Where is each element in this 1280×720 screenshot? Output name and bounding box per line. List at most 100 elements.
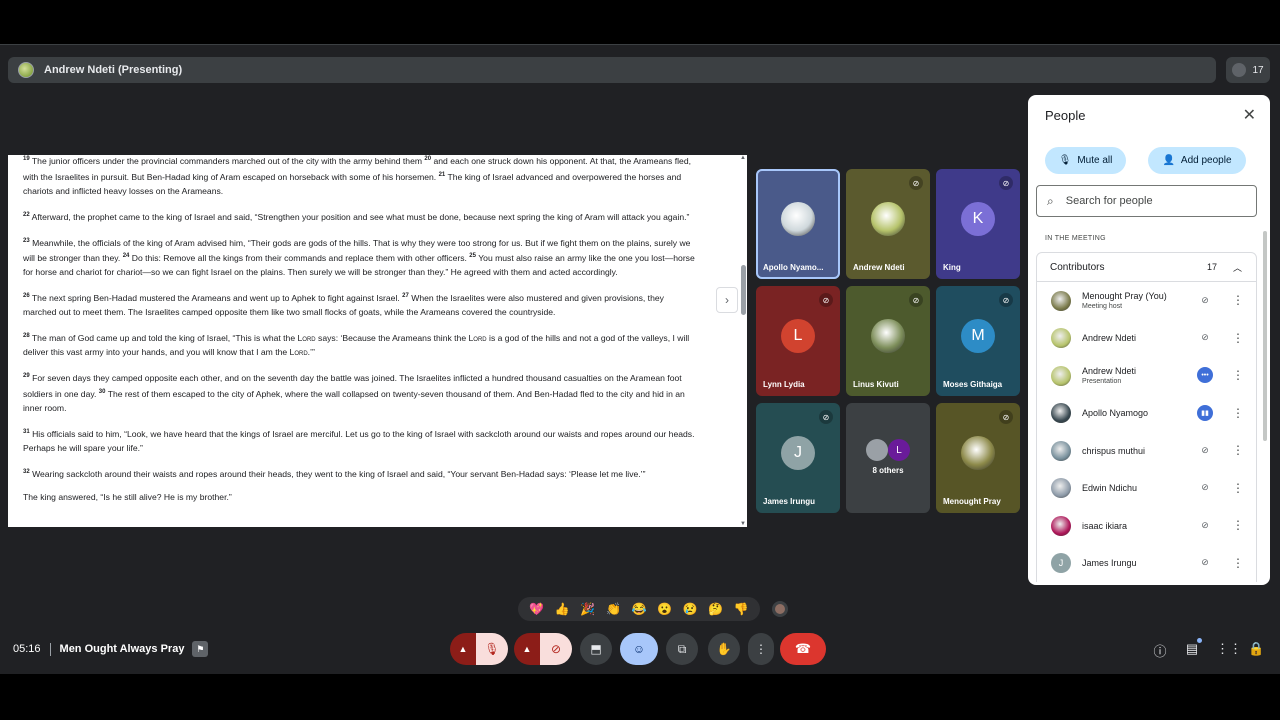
participant-row[interactable]: chrispus muthui ⊘ ⋮ xyxy=(1037,432,1256,469)
participant-tile[interactable]: L 8 others xyxy=(846,403,930,513)
host-lock-icon[interactable]: 🔒 xyxy=(1248,641,1264,660)
participant-row[interactable]: J James Irungu ⊘ ⋮ xyxy=(1037,545,1256,582)
document-paragraph: 28 The man of God came up and told the k… xyxy=(23,333,690,358)
next-slide-button[interactable]: › xyxy=(716,287,738,313)
presenting-bar[interactable]: Andrew Ndeti (Presenting) xyxy=(8,57,1216,83)
participant-tile[interactable]: L Lynn Lydia ⊘ xyxy=(756,286,840,396)
participant-avatar xyxy=(1051,515,1071,536)
participant-tile[interactable]: Andrew Ndeti ⊘ xyxy=(846,169,930,279)
document-paragraph: 22 Afterward, the prophet came to the ki… xyxy=(23,211,690,222)
participant-row[interactable]: Andrew Ndeti ⊘ ⋮ xyxy=(1037,320,1256,357)
participant-tile[interactable]: Linus Kivuti ⊘ xyxy=(846,286,930,396)
mic-off-icon[interactable]: ⊘ xyxy=(1197,330,1213,346)
add-people-button[interactable]: 👤 Add people xyxy=(1148,147,1246,174)
reaction-emoji[interactable]: 😂 xyxy=(631,602,646,616)
participant-photo xyxy=(961,435,995,470)
chat-icon[interactable]: ▤ xyxy=(1184,638,1202,660)
camera-button[interactable]: ⊘ xyxy=(540,633,572,665)
mic-off-icon[interactable]: ⊘ xyxy=(1197,442,1213,458)
participant-tile[interactable]: Menought Pray ⊘ xyxy=(936,403,1020,513)
reaction-emoji[interactable]: 🎉 xyxy=(580,602,595,616)
document-text: 19 The junior officers under the provinc… xyxy=(8,155,747,504)
mic-off-icon[interactable]: ⊘ xyxy=(1197,480,1213,496)
meeting-time: 05:16 xyxy=(13,643,41,655)
participant-avatar xyxy=(1051,403,1071,423)
participant-text: Menought Pray (You) Meeting host xyxy=(1082,291,1167,310)
reaction-emoji[interactable]: 👏 xyxy=(606,602,621,616)
more-vert-icon[interactable]: ⋮ xyxy=(1231,330,1245,346)
reactions-button[interactable]: ☺ xyxy=(620,633,658,665)
mute-all-label: Mute all xyxy=(1077,155,1113,166)
participant-tile[interactable]: J James Irungu ⊘ xyxy=(756,403,840,513)
document-scrollbar[interactable] xyxy=(739,155,747,527)
participant-count-chip[interactable]: 17 xyxy=(1226,57,1270,83)
more-vert-icon[interactable]: ⋮ xyxy=(1231,555,1245,571)
host-controls-icon[interactable]: ⚑ xyxy=(192,641,209,657)
participant-name: isaac ikiara xyxy=(1082,520,1128,531)
participant-text: James Irungu xyxy=(1082,558,1137,568)
raise-hand-button[interactable]: ✋ xyxy=(708,633,740,665)
participant-row[interactable]: Andrew Ndeti Presentation ••• ⋮ xyxy=(1037,357,1256,394)
participant-text: Andrew Ndeti xyxy=(1082,333,1136,343)
participant-text: Apollo Nyamogo xyxy=(1082,408,1148,418)
microphone-button[interactable]: 🎙 xyxy=(476,633,508,665)
more-vert-icon[interactable]: ⋮ xyxy=(1231,292,1245,308)
audio-options-button[interactable]: ▲ xyxy=(450,633,476,665)
more-vert-icon: ⋮ xyxy=(755,642,767,656)
mute-all-button[interactable]: 🎙 Mute all xyxy=(1045,147,1126,174)
document-scroll-thumb[interactable] xyxy=(741,265,746,315)
in-meeting-label: IN THE MEETING xyxy=(1045,235,1106,242)
more-options-button[interactable]: ⋮ xyxy=(748,633,774,665)
mic-off-icon[interactable]: ⊘ xyxy=(1197,555,1213,571)
reaction-emoji[interactable]: 👎 xyxy=(734,602,749,616)
more-vert-icon[interactable]: ⋮ xyxy=(1231,442,1245,458)
present-button[interactable]: ⬒ xyxy=(580,633,612,665)
participant-tile[interactable]: Apollo Nyamo... xyxy=(756,169,840,279)
tile-name: Moses Githaiga xyxy=(943,380,1003,389)
others-avatar: L xyxy=(888,439,910,461)
participant-count: 17 xyxy=(1252,64,1264,76)
participant-tile[interactable]: M Moses Githaiga ⊘ xyxy=(936,286,1020,396)
mic-off-icon: ⊘ xyxy=(819,410,833,424)
participant-row[interactable]: isaac ikiara ⊘ ⋮ xyxy=(1037,507,1256,544)
phone-hangup-icon: ☎ xyxy=(794,641,812,656)
reaction-emoji[interactable]: 🤔 xyxy=(708,602,723,616)
participant-text: chrispus muthui xyxy=(1082,446,1145,456)
reaction-emoji[interactable]: 💖 xyxy=(529,602,544,616)
more-vert-icon[interactable]: ⋮ xyxy=(1231,480,1245,496)
video-options-button[interactable]: ▲ xyxy=(514,633,540,665)
mic-off-icon[interactable]: ⊘ xyxy=(1197,292,1213,308)
contributors-header[interactable]: Contributors 17 ︿ xyxy=(1036,252,1257,282)
more-vert-icon[interactable]: ⋮ xyxy=(1231,405,1245,421)
skin-tone-button[interactable] xyxy=(772,601,788,617)
apps-grid-icon[interactable]: ⋮⋮ xyxy=(1216,641,1242,660)
document-paragraph: The king answered, “Is he still alive? H… xyxy=(23,492,232,503)
reaction-emoji[interactable]: 😢 xyxy=(683,602,698,616)
close-icon[interactable]: ✕ xyxy=(1243,105,1256,125)
participant-tile[interactable]: K King ⊘ xyxy=(936,169,1020,279)
participant-row[interactable]: Edwin Ndichu ⊘ ⋮ xyxy=(1037,470,1256,507)
participant-row[interactable]: Apollo Nyamogo ▮▮ ⋮ xyxy=(1037,395,1256,432)
search-people-field[interactable]: ⌕ Search for people xyxy=(1036,185,1257,217)
tile-name: Andrew Ndeti xyxy=(853,263,905,272)
search-placeholder: Search for people xyxy=(1065,195,1153,207)
presenter-avatar xyxy=(18,62,34,78)
mic-off-icon[interactable]: ⊘ xyxy=(1197,517,1213,533)
contributors-label: Contributors xyxy=(1050,261,1105,273)
more-vert-icon[interactable]: ⋮ xyxy=(1231,517,1245,533)
people-scrollbar[interactable] xyxy=(1263,231,1267,441)
more-vert-icon[interactable]: ⋮ xyxy=(1231,367,1245,383)
document-paragraph: 26 The next spring Ben-Hadad mustered th… xyxy=(23,293,664,318)
mic-off-icon: 🎙 xyxy=(484,642,500,656)
reaction-emoji[interactable]: 👍 xyxy=(555,602,570,616)
reaction-emoji[interactable]: 😮 xyxy=(657,602,672,616)
captions-button[interactable]: ⧉ xyxy=(666,633,698,665)
info-icon[interactable]: ⓘ xyxy=(1152,641,1168,660)
participant-row[interactable]: Menought Pray (You) Meeting host ⊘ ⋮ xyxy=(1037,282,1256,319)
speaking-icon[interactable]: ▮▮ xyxy=(1197,404,1213,421)
leave-call-button[interactable]: ☎ xyxy=(780,633,826,665)
people-panel-title: People xyxy=(1045,108,1086,123)
scroll-up-icon[interactable]: ▲ xyxy=(740,155,746,161)
scroll-down-icon[interactable]: ▼ xyxy=(740,521,746,527)
presentation-options-icon[interactable]: ••• xyxy=(1197,367,1213,383)
